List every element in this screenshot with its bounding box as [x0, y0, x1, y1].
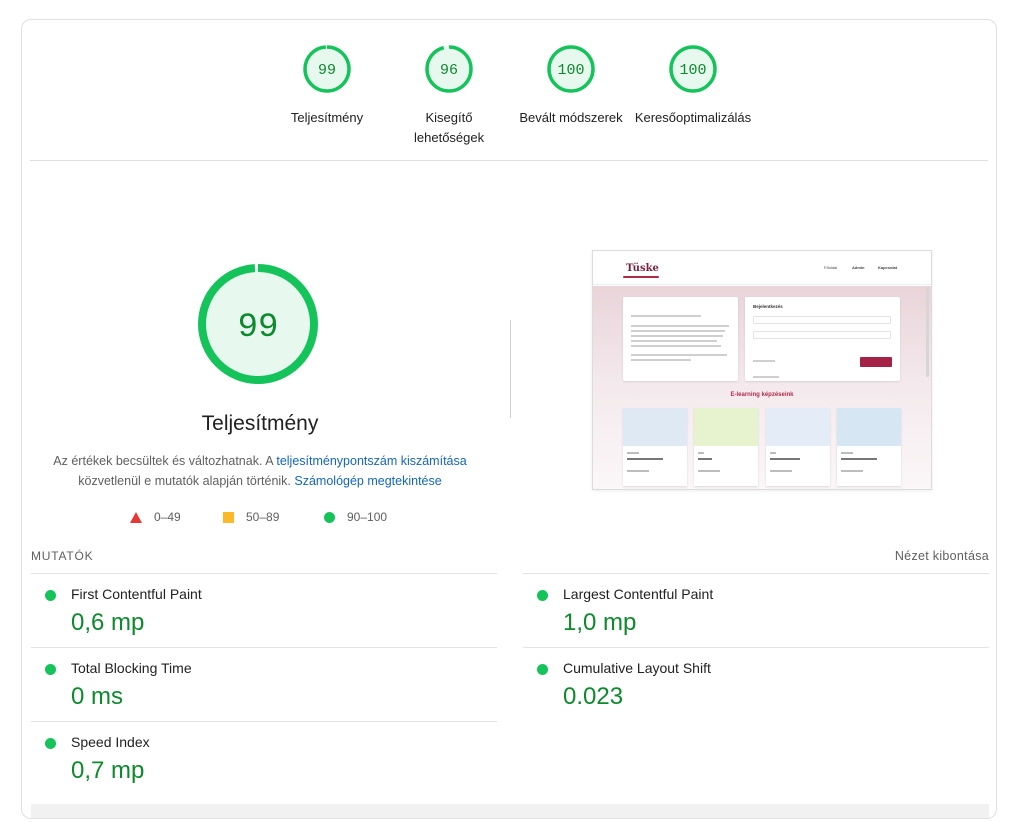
metric-name: Cumulative Layout Shift: [563, 660, 711, 676]
pass-circle-icon: [537, 664, 548, 675]
gauge-label: Teljesítmény: [290, 110, 364, 125]
thumb-nav-link: Kapcsolat: [878, 265, 898, 270]
metric-lcp: Largest Contentful Paint 1,0 mp: [523, 573, 989, 647]
thumb-section-title: E-learning képzéseink: [730, 392, 794, 398]
metric-name: Total Blocking Time: [71, 660, 192, 676]
metric-speed-index: Speed Index 0,7 mp: [31, 721, 497, 795]
desc-text: Az értékek becsültek és változhatnak. A: [53, 454, 277, 468]
gauge-performance[interactable]: 99 Teljesítmény: [257, 44, 397, 128]
metric-value: 0,6 mp: [71, 609, 145, 636]
calculator-link[interactable]: Számológép megtekintése: [294, 474, 441, 488]
metric-tbt: Total Blocking Time 0 ms: [31, 647, 497, 721]
triangle-icon: [130, 511, 142, 523]
gauge-label: Bevált módszerek: [519, 110, 623, 125]
thumb-login-title: Bejelentkezés: [753, 304, 783, 309]
svg-text:100: 100: [679, 62, 706, 79]
svg-text:100: 100: [557, 62, 584, 79]
metric-cls: Cumulative Layout Shift 0.023: [523, 647, 989, 721]
legend-label: 0–49: [154, 510, 181, 524]
thumb-nav-link: Admin: [852, 265, 865, 270]
score-ring: 99: [302, 44, 352, 94]
thumb-welcome-box: [623, 297, 738, 381]
performance-title: Teljesítmény: [201, 412, 319, 435]
page-screenshot-thumbnail: Tüske Főoldal Admin Kapcsolat Bejelentke…: [592, 250, 932, 490]
square-icon: [223, 511, 234, 523]
metrics-header: MUTATÓK Nézet kibontása: [31, 549, 989, 565]
performance-gauge: 99: [196, 262, 320, 386]
metric-fcp: First Contentful Paint 0,6 mp: [31, 573, 497, 647]
metric-value: 0,7 mp: [71, 757, 145, 784]
thumb-logo: Tüske: [626, 263, 659, 274]
pass-circle-icon: [45, 590, 56, 601]
metric-value: 1,0 mp: [563, 609, 637, 636]
thumb-scrollbar: [926, 287, 929, 377]
gauge-best-practices[interactable]: 100 Bevált módszerek: [501, 44, 641, 128]
score-calculation-link[interactable]: teljesítménypontszám kiszámítása: [276, 454, 466, 468]
gauge-accessibility[interactable]: 96 Kisegítő lehetőségek: [379, 44, 519, 148]
divider: [30, 160, 988, 161]
category-gauges: 99 Teljesítmény 96 Kisegítő lehetőségek: [22, 44, 996, 162]
circle-icon: [324, 511, 335, 523]
thumb-course-card: [837, 408, 901, 486]
legend-pass: 90–100: [324, 510, 387, 524]
legend-average: 50–89: [223, 510, 279, 524]
metric-value: 0.023: [563, 683, 624, 710]
gauge-label: Keresőoptimalizálás: [634, 110, 752, 125]
pass-circle-icon: [45, 664, 56, 675]
score-ring: 100: [668, 44, 718, 94]
metric-name: Speed Index: [71, 734, 150, 750]
bottom-bar: [31, 804, 989, 818]
report-card: 99 Teljesítmény 96 Kisegítő lehetőségek: [21, 19, 997, 819]
metric-name: First Contentful Paint: [71, 586, 202, 602]
thumb-nav-link: Főoldal: [824, 265, 838, 270]
metric-value: 0 ms: [71, 683, 124, 710]
thumb-course-card: [694, 408, 758, 486]
thumb-login-button: [860, 357, 892, 367]
legend-label: 50–89: [246, 510, 280, 524]
thumb-course-card: [766, 408, 830, 486]
score-ring: 96: [424, 44, 474, 94]
gauge-seo[interactable]: 100 Keresőoptimalizálás: [623, 44, 763, 128]
svg-text:99: 99: [318, 62, 336, 79]
pass-circle-icon: [45, 738, 56, 749]
thumb-navbar: Tüske Főoldal Admin Kapcsolat: [593, 251, 931, 285]
legend-label: 90–100: [347, 510, 388, 524]
pass-circle-icon: [537, 590, 548, 601]
performance-description: Az értékek becsültek és változhatnak. A …: [42, 451, 478, 491]
thumb-course-card: [623, 408, 687, 486]
metrics-title: MUTATÓK: [31, 549, 94, 563]
logo-underline: [623, 276, 659, 278]
metric-name: Largest Contentful Paint: [563, 586, 714, 602]
expand-view-toggle[interactable]: Nézet kibontása: [895, 549, 989, 563]
thumb-login-box: Bejelentkezés: [745, 297, 900, 381]
svg-text:99: 99: [238, 309, 279, 347]
score-ring: 100: [546, 44, 596, 94]
vertical-divider: [510, 320, 511, 418]
desc-text: közvetlenül e mutatók alapján történik.: [78, 474, 295, 488]
gauge-label: Kisegítő lehetőségek: [414, 110, 485, 145]
score-legend: 0–49 50–89 90–100: [22, 510, 498, 528]
legend-fail: 0–49: [130, 510, 181, 524]
svg-text:96: 96: [440, 62, 458, 79]
thumb-hero: Bejelentkezés E-learning képzéseink: [593, 286, 931, 489]
